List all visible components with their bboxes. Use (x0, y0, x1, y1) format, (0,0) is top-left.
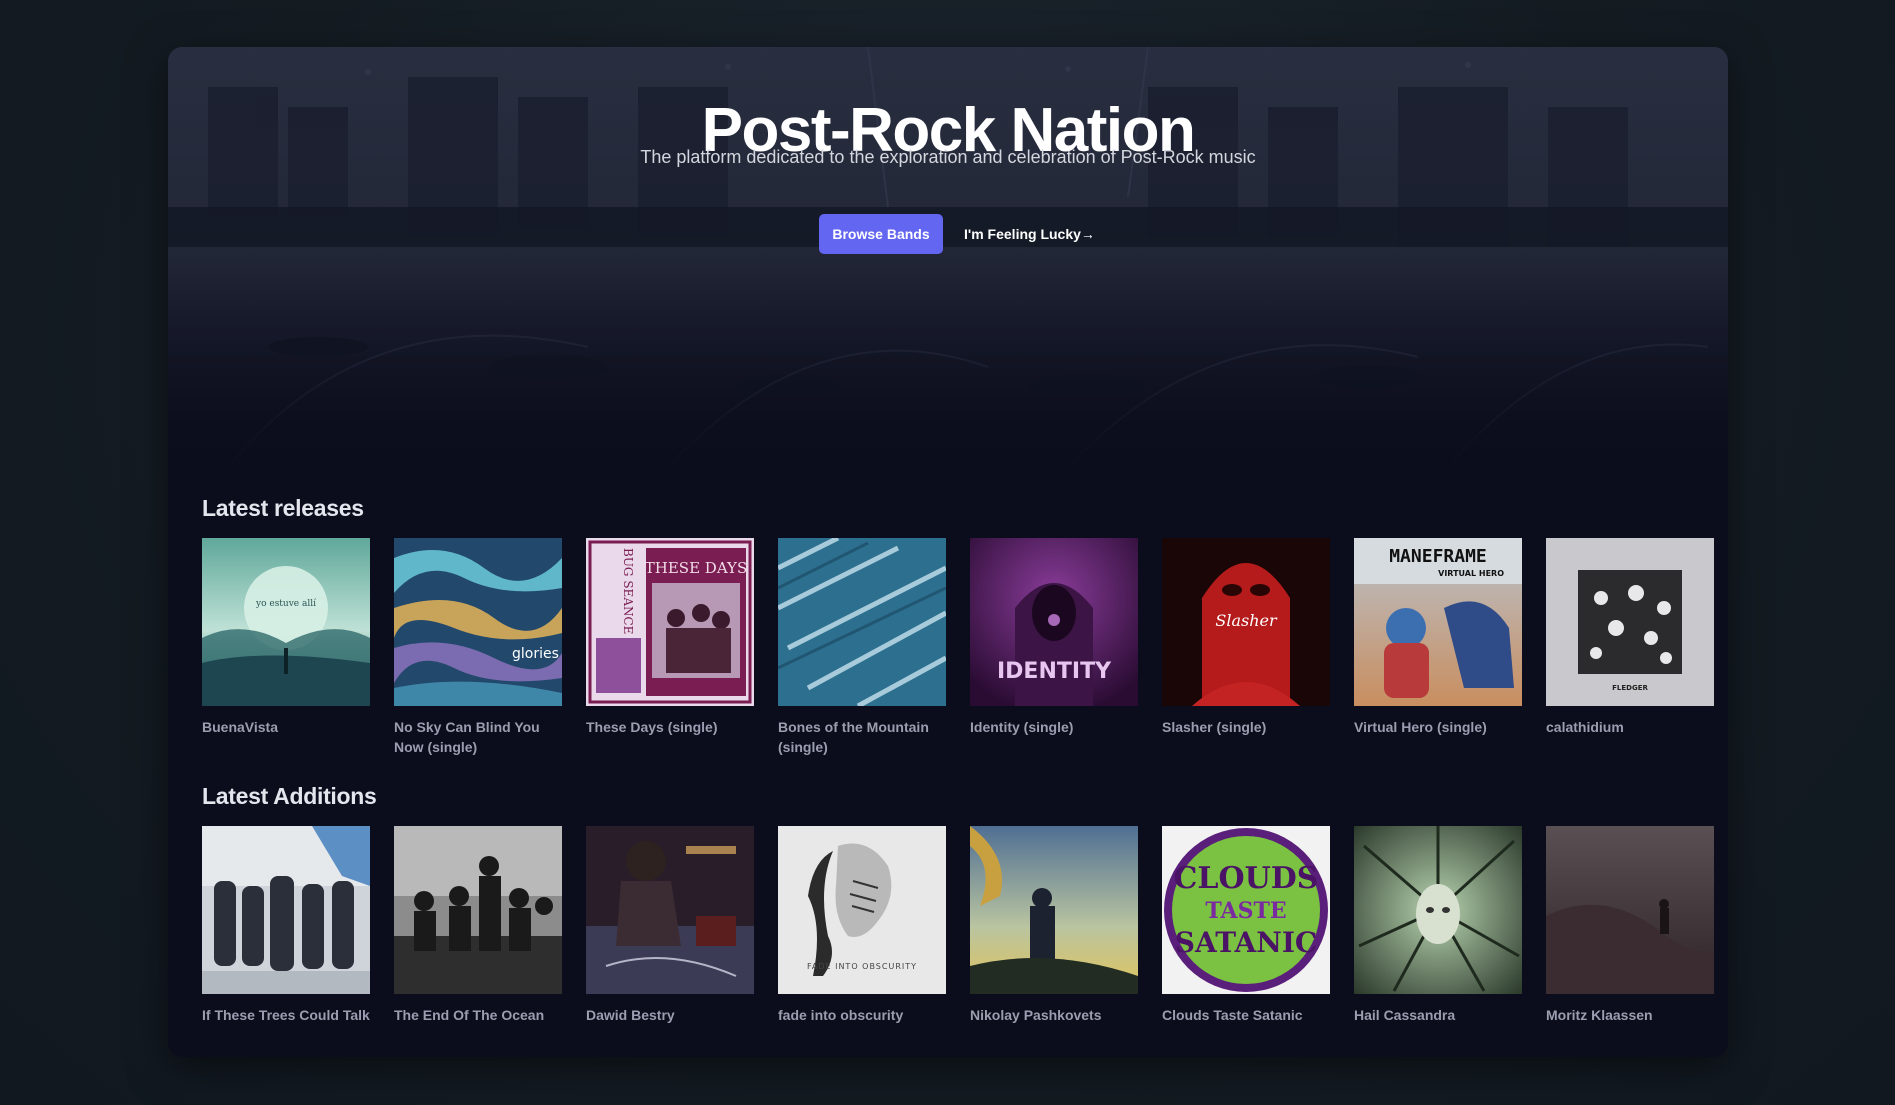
release-title[interactable]: Virtual Hero (single) (1354, 717, 1522, 737)
release-title[interactable]: calathidium (1546, 717, 1714, 737)
release-card[interactable]: IDENTITY Identity (single) (970, 538, 1138, 757)
latest-releases-heading: Latest releases (202, 495, 364, 521)
band-card[interactable]: The End Of The Ocean (394, 826, 562, 1025)
release-title[interactable]: BuenaVista (202, 717, 370, 737)
band-logo[interactable]: CLOUDS TASTE SATANIC (1162, 826, 1330, 994)
band-cover[interactable]: FADE INTO OBSCURITY (778, 826, 946, 994)
band-photo[interactable] (1546, 826, 1714, 994)
band-card[interactable]: Hail Cassandra (1354, 826, 1522, 1025)
cover-text: glories (512, 646, 559, 662)
album-cover[interactable]: FLEDGER (1546, 538, 1714, 706)
album-cover[interactable]: yo estuve allí (202, 538, 370, 706)
release-card[interactable]: THESE DAYS BUG SEANCE These Days (single… (586, 538, 754, 757)
cover-text: IDENTITY (997, 659, 1112, 684)
release-title[interactable]: Identity (single) (970, 717, 1138, 737)
release-card[interactable]: glories No Sky Can Blind You Now (single… (394, 538, 562, 757)
band-name[interactable]: Clouds Taste Satanic (1162, 1005, 1330, 1025)
band-name[interactable]: Moritz Klaassen (1546, 1005, 1714, 1025)
album-cover[interactable]: Slasher (1162, 538, 1330, 706)
band-name[interactable]: Hail Cassandra (1354, 1005, 1522, 1025)
band-name[interactable]: fade into obscurity (778, 1005, 946, 1025)
cover-text: CLOUDS (1174, 861, 1319, 896)
band-card[interactable]: If These Trees Could Talk (202, 826, 370, 1025)
band-card[interactable]: Dawid Bestry (586, 826, 754, 1025)
release-card[interactable]: yo estuve allí BuenaVista (202, 538, 370, 757)
band-photo[interactable] (586, 826, 754, 994)
band-name[interactable]: If These Trees Could Talk (202, 1005, 370, 1025)
album-cover[interactable]: MANEFRAME VIRTUAL HERO (1354, 538, 1522, 706)
cover-text: FADE INTO OBSCURITY (807, 962, 917, 971)
cover-text: Slasher (1215, 611, 1278, 630)
cover-text: FLEDGER (1612, 684, 1648, 692)
browse-bands-button[interactable]: Browse Bands (819, 214, 943, 254)
band-cover[interactable] (1354, 826, 1522, 994)
band-photo[interactable] (202, 826, 370, 994)
album-cover[interactable]: IDENTITY (970, 538, 1138, 706)
cover-text: SATANIC (1175, 926, 1317, 959)
cover-text: VIRTUAL HERO (1438, 569, 1504, 578)
main-card: Post-Rock Nation The platform dedicated … (168, 47, 1728, 1057)
release-title[interactable]: No Sky Can Blind You Now (single) (394, 717, 562, 757)
album-cover[interactable] (778, 538, 946, 706)
release-card[interactable]: Bones of the Mountain (single) (778, 538, 946, 757)
band-photo[interactable] (394, 826, 562, 994)
album-cover[interactable]: glories (394, 538, 562, 706)
latest-additions-heading: Latest Additions (202, 783, 377, 809)
cover-text: BUG SEANCE (621, 548, 635, 634)
hero-banner: Post-Rock Nation The platform dedicated … (168, 47, 1728, 477)
cover-text: THESE DAYS (645, 559, 747, 577)
band-name[interactable]: Nikolay Pashkovets (970, 1005, 1138, 1025)
cover-text: MANEFRAME (1389, 546, 1487, 567)
band-card[interactable]: CLOUDS TASTE SATANIC Clouds Taste Satani… (1162, 826, 1330, 1025)
feeling-lucky-link[interactable]: I'm Feeling Lucky→ (964, 214, 1095, 254)
release-card[interactable]: Slasher Slasher (single) (1162, 538, 1330, 757)
release-card[interactable]: FLEDGER calathidium (1546, 538, 1714, 757)
band-name[interactable]: The End Of The Ocean (394, 1005, 562, 1025)
latest-additions-grid: If These Trees Could Talk The End Of The… (202, 826, 1714, 1025)
band-card[interactable]: FADE INTO OBSCURITY fade into obscurity (778, 826, 946, 1025)
page-subtitle: The platform dedicated to the exploratio… (640, 147, 1256, 167)
latest-releases-grid: yo estuve allí BuenaVista glories No Sky… (202, 538, 1714, 757)
band-name[interactable]: Dawid Bestry (586, 1005, 754, 1025)
release-title[interactable]: Slasher (single) (1162, 717, 1330, 737)
cover-text: TASTE (1205, 898, 1286, 924)
band-card[interactable]: Moritz Klaassen (1546, 826, 1714, 1025)
release-card[interactable]: MANEFRAME VIRTUAL HERO Virtual Hero (sin… (1354, 538, 1522, 757)
release-title[interactable]: Bones of the Mountain (single) (778, 717, 946, 757)
band-card[interactable]: Nikolay Pashkovets (970, 826, 1138, 1025)
album-cover[interactable]: THESE DAYS BUG SEANCE (586, 538, 754, 706)
band-photo[interactable] (970, 826, 1138, 994)
cover-text: yo estuve allí (255, 598, 316, 609)
release-title[interactable]: These Days (single) (586, 717, 754, 737)
